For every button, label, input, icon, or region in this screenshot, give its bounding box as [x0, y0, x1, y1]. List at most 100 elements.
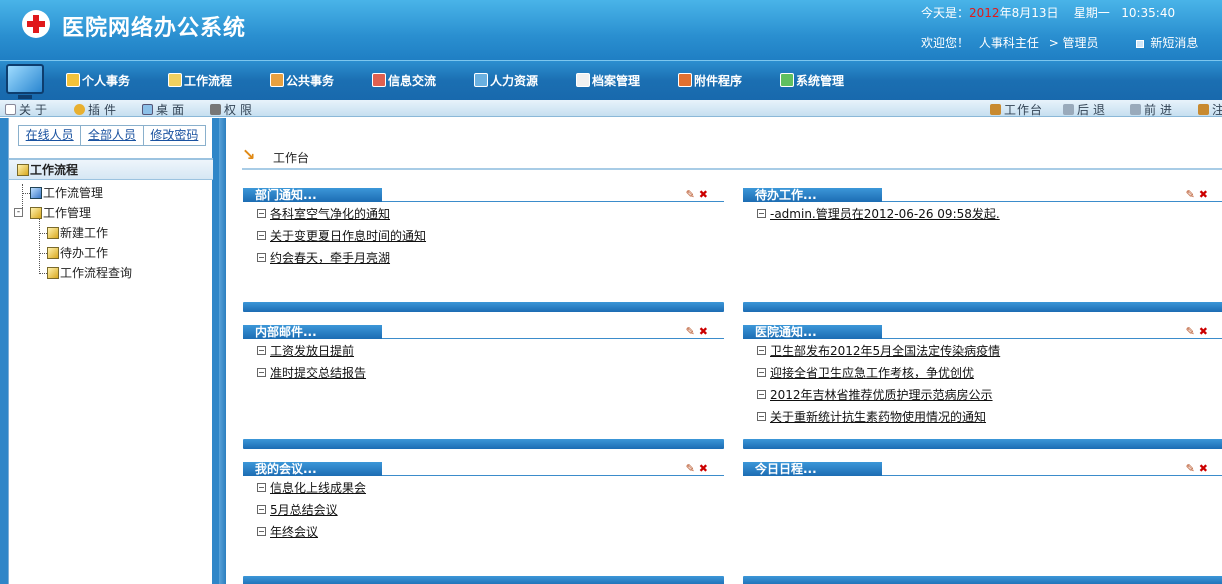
nav-hr[interactable]: 人力资源 — [474, 72, 538, 89]
desktop-link[interactable]: 桌面 — [142, 101, 188, 118]
close-icon[interactable]: ✖ — [699, 462, 708, 475]
tree-item-new-work[interactable]: 新建工作 — [47, 224, 108, 241]
list-item: 工资发放日提前 — [257, 342, 354, 359]
tree-connector — [39, 233, 47, 234]
folder-blue-icon — [30, 187, 42, 199]
user-group: > 管理员 — [1048, 36, 1099, 50]
close-icon[interactable]: ✖ — [699, 188, 708, 201]
archive-icon — [576, 73, 590, 87]
sub-toolbar: 关于 插件 桌面 权限 工作台 后退 前进 注 — [0, 100, 1222, 117]
panel-dept-notice: 部门通知... ✎ ✖ 各科室空气净化的通知 关于变更夏日作息时间的通知 约会春天… — [243, 188, 724, 312]
list-item: 5月总结会议 — [257, 501, 338, 518]
close-icon[interactable]: ✖ — [1199, 188, 1208, 201]
tree-item-workflow-query[interactable]: 工作流程查询 — [47, 264, 132, 281]
app-header: 医院网络办公系统 今天是：2012年8月13日 星期一 10:35:40 欢迎您… — [0, 0, 1222, 60]
nav-system[interactable]: 系统管理 — [780, 72, 844, 89]
sidebar-splitter[interactable] — [219, 118, 226, 584]
close-icon[interactable]: ✖ — [699, 325, 708, 338]
panel-footer — [243, 576, 724, 584]
permissions-link[interactable]: 权限 — [210, 101, 256, 118]
panel-footer — [743, 576, 1222, 584]
nav-communication[interactable]: 信息交流 — [372, 72, 436, 89]
nav-public[interactable]: 公共事务 — [270, 72, 334, 89]
back-link[interactable]: 后退 — [1063, 101, 1109, 118]
tree-connector — [39, 253, 47, 254]
bullet-icon — [757, 209, 766, 218]
list-item: 各科室空气净化的通知 — [257, 205, 390, 222]
bullet-icon — [257, 368, 266, 377]
tab-change-password[interactable]: 修改密码 — [144, 126, 205, 145]
bullet-icon — [257, 346, 266, 355]
bullet-icon — [257, 505, 266, 514]
bullet-icon — [257, 231, 266, 240]
workbench-link[interactable]: 工作台 — [990, 101, 1043, 118]
forward-arrow-icon — [1130, 104, 1141, 115]
panel-internal-mail: 内部邮件... ✎ ✖ 工资发放日提前 准时提交总结报告 — [243, 325, 724, 449]
nav-personal[interactable]: 个人事务 — [66, 72, 130, 89]
about-link[interactable]: 关于 — [5, 101, 51, 118]
tree-item-todo-work[interactable]: 待办工作 — [47, 244, 108, 261]
plugin-icon — [74, 104, 85, 115]
desktop-icon — [142, 104, 153, 115]
list-item: 年终会议 — [257, 523, 318, 540]
edit-icon[interactable]: ✎ — [686, 462, 695, 475]
user-info: 欢迎您！ 人事科主任 > 管理员 新短消息 — [921, 34, 1210, 51]
workflow-icon — [168, 73, 182, 87]
list-item: 2012年吉林省推荐优质护理示范病房公示 — [757, 386, 993, 403]
edit-icon[interactable]: ✎ — [686, 188, 695, 201]
document-icon — [47, 227, 59, 239]
edit-icon[interactable]: ✎ — [1186, 325, 1195, 338]
edit-icon[interactable]: ✎ — [686, 325, 695, 338]
edit-icon[interactable]: ✎ — [1186, 462, 1195, 475]
panel-title: 部门通知... — [243, 188, 382, 202]
attachment-icon — [678, 73, 692, 87]
home-icon — [990, 104, 1001, 115]
lock-icon — [210, 104, 221, 115]
bullet-icon — [757, 346, 766, 355]
workflow-icon — [17, 164, 29, 176]
forward-link[interactable]: 前进 — [1130, 101, 1176, 118]
panel-footer — [243, 439, 724, 449]
logout-link[interactable]: 注 — [1198, 101, 1222, 118]
new-message-link[interactable]: 新短消息 — [1136, 36, 1204, 50]
system-icon — [780, 73, 794, 87]
panel-todo-work: 待办工作... ✎ ✖ -admin.管理员在2012-06-26 09:58发起… — [743, 188, 1222, 312]
tree-connector — [39, 273, 47, 274]
tree-connector — [39, 218, 40, 274]
collapse-icon[interactable]: - — [14, 208, 23, 217]
person-icon — [66, 73, 80, 87]
nav-attachments[interactable]: 附件程序 — [678, 72, 742, 89]
list-item: 信息化上线成果会 — [257, 479, 366, 496]
tree-item-workflow-manage[interactable]: 工作流管理 — [30, 184, 103, 201]
panel-today-schedule: 今日日程... ✎ ✖ — [743, 462, 1222, 584]
arrow-icon: ↘ — [242, 145, 256, 164]
bullet-icon — [257, 253, 266, 262]
bullet-icon — [257, 483, 266, 492]
panel-title: 待办工作... — [743, 188, 882, 202]
date-time: 今天是：2012年8月13日 星期一 10:35:40 — [921, 6, 1176, 20]
sidebar: 在线人员 全部人员 修改密码 工作流程 - 工作流管理 工作管理 新建工作 待办… — [0, 118, 222, 584]
nav-workflow[interactable]: 工作流程 — [168, 72, 232, 89]
app-title: 医院网络办公系统 — [62, 16, 247, 41]
panel-footer — [743, 302, 1222, 312]
list-item: 准时提交总结报告 — [257, 364, 366, 381]
nav-archive[interactable]: 档案管理 — [576, 72, 640, 89]
close-icon[interactable]: ✖ — [1199, 462, 1208, 475]
panel-title: 医院通知... — [743, 325, 882, 339]
tab-online-users[interactable]: 在线人员 — [19, 126, 82, 145]
panel-title: 我的会议... — [243, 462, 382, 476]
bullet-icon — [257, 209, 266, 218]
list-item: 约会春天，牵手月亮湖 — [257, 249, 390, 266]
sidebar-section-workflow[interactable]: 工作流程 — [9, 158, 213, 180]
plugins-link[interactable]: 插件 — [74, 101, 120, 118]
tab-all-users[interactable]: 全部人员 — [81, 126, 144, 145]
back-arrow-icon — [1063, 104, 1074, 115]
folder-open-icon — [30, 207, 42, 219]
edit-icon[interactable]: ✎ — [1186, 188, 1195, 201]
bullet-icon — [757, 412, 766, 421]
tree-item-work-manage[interactable]: 工作管理 — [30, 204, 91, 221]
document-icon — [47, 247, 59, 259]
breadcrumb: 工作台 — [273, 151, 310, 165]
close-icon[interactable]: ✖ — [1199, 325, 1208, 338]
document-icon — [47, 267, 59, 279]
